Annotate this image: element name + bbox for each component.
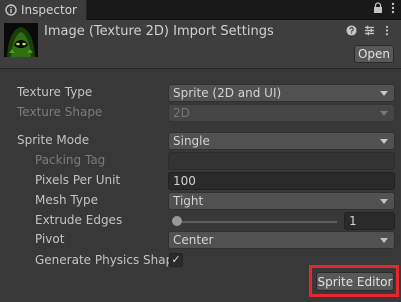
extrude-edges-row: Extrude Edges 1 [0, 211, 401, 231]
packing-tag-field [168, 152, 395, 170]
pivot-dropdown[interactable]: Center [168, 231, 395, 249]
pixels-per-unit-row: Pixels Per Unit 100 [0, 171, 401, 191]
generate-physics-shape-label: Generate Physics Shap [35, 253, 174, 267]
texture-shape-row: Texture Shape 2D [0, 103, 401, 123]
tab-label: Inspector [21, 3, 77, 17]
mesh-type-label: Mesh Type [35, 193, 98, 207]
texture-type-label: Texture Type [17, 85, 93, 99]
tab-inspector[interactable]: Inspector [0, 0, 87, 20]
texture-thumbnail [4, 23, 38, 57]
packing-tag-label: Packing Tag [35, 153, 106, 167]
open-button[interactable]: Open [354, 45, 394, 63]
mesh-type-dropdown[interactable]: Tight [168, 192, 395, 210]
extrude-edges-slider-handle[interactable] [172, 216, 182, 226]
context-menu-icon[interactable] [381, 25, 393, 39]
dropdown-arrow-icon [380, 238, 388, 243]
sprite-mode-value: Single [173, 134, 210, 148]
pivot-row: Pivot Center [0, 230, 401, 250]
inspector-tab-bar: Inspector [0, 0, 401, 20]
pixels-per-unit-label: Pixels Per Unit [35, 173, 121, 187]
dropdown-arrow-icon [380, 139, 388, 144]
dropdown-arrow-icon [380, 199, 388, 204]
menu-kebab-icon[interactable] [391, 2, 395, 17]
sprite-mode-dropdown[interactable]: Single [168, 132, 395, 150]
pivot-label: Pivot [35, 232, 65, 246]
mesh-type-value: Tight [173, 194, 204, 208]
extrude-edges-label: Extrude Edges [35, 213, 123, 227]
texture-type-row: Texture Type Sprite (2D and UI) [0, 83, 401, 103]
texture-shape-value: 2D [173, 106, 190, 120]
lock-icon[interactable] [373, 2, 383, 17]
extrude-edges-field[interactable]: 1 [344, 212, 395, 230]
texture-shape-dropdown: 2D [168, 104, 395, 122]
texture-type-value: Sprite (2D and UI) [173, 86, 282, 100]
texture-type-dropdown[interactable]: Sprite (2D and UI) [168, 84, 395, 102]
import-settings-header: Image (Texture 2D) Import Settings Open [0, 20, 401, 69]
sprite-editor-button[interactable]: Sprite Editor [316, 272, 394, 291]
extrude-edges-slider-track[interactable] [176, 221, 337, 223]
pivot-value: Center [173, 233, 214, 247]
dropdown-arrow-icon [380, 91, 388, 96]
sprite-mode-label: Sprite Mode [17, 133, 90, 147]
pixels-per-unit-value: 100 [173, 174, 196, 188]
page-title: Image (Texture 2D) Import Settings [44, 24, 274, 39]
generate-physics-shape-checkbox[interactable]: ✓ [169, 253, 183, 267]
mesh-type-row: Mesh Type Tight [0, 191, 401, 211]
pixels-per-unit-field[interactable]: 100 [168, 172, 395, 190]
dropdown-arrow-icon [380, 111, 388, 116]
help-icon[interactable] [345, 25, 357, 39]
sprite-mode-row: Sprite Mode Single [0, 131, 401, 151]
preset-icon[interactable] [363, 25, 375, 39]
texture-shape-label: Texture Shape [17, 105, 103, 119]
extrude-edges-value: 1 [349, 214, 357, 228]
info-icon [3, 2, 19, 18]
packing-tag-row: Packing Tag [0, 151, 401, 171]
